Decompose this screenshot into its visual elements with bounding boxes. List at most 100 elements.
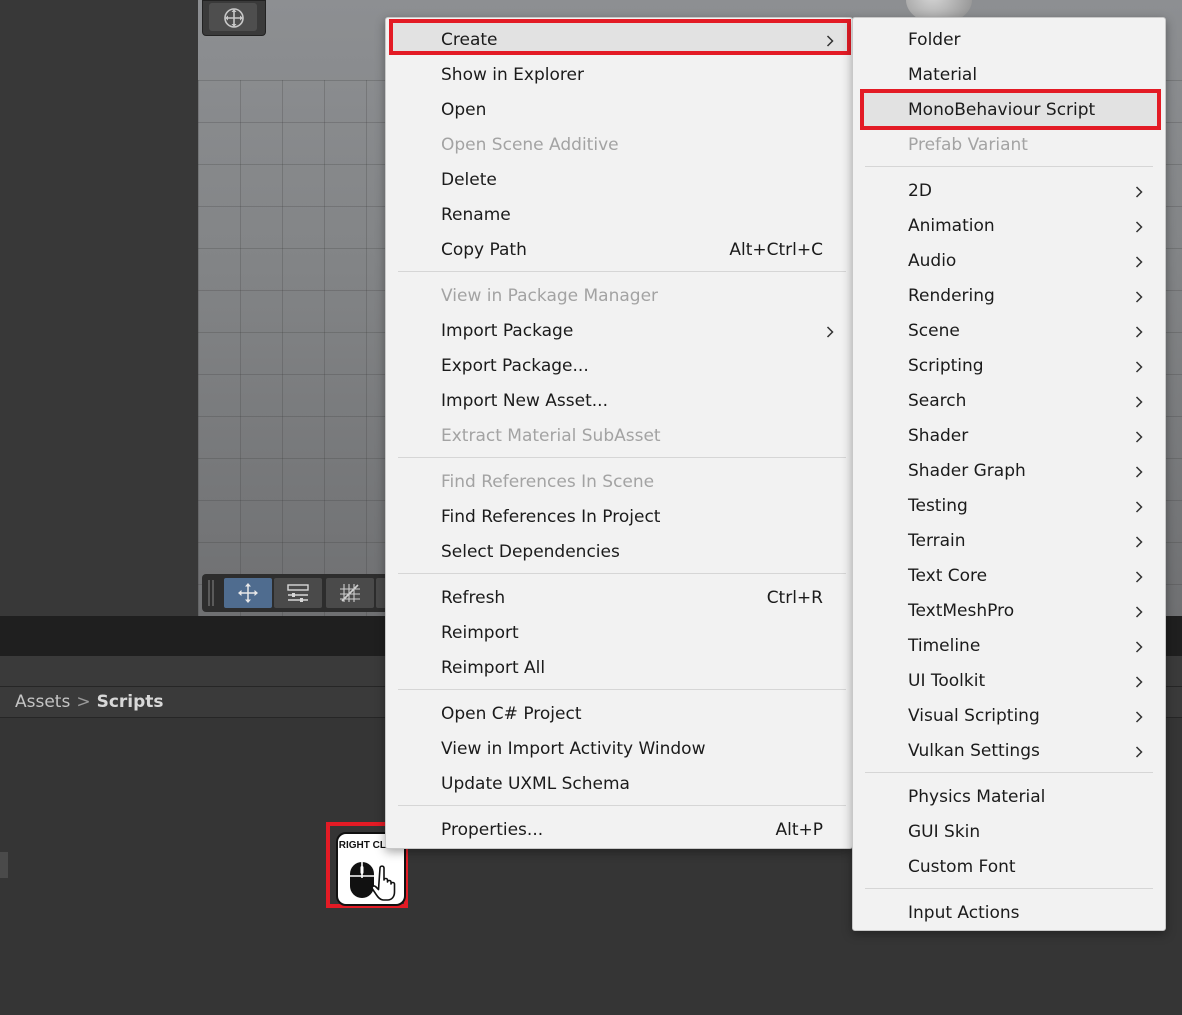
assets-context-menu: Create Show in Explorer Open Open Scene Add… [385,17,853,849]
create-item-prefab-variant: Prefab Variant [853,128,1165,163]
create-item-vulkan-settings[interactable]: Vulkan Settings [853,734,1165,769]
menu-item-label: TextMeshPro [908,601,1015,621]
menu-item-open[interactable]: Open [386,93,852,128]
menu-item-label: Terrain [908,531,966,551]
menu-item-view-in-import-activity-window[interactable]: View in Import Activity Window [386,732,852,767]
breadcrumb-scripts[interactable]: Scripts [97,692,164,712]
create-item-animation[interactable]: Animation [853,209,1165,244]
menu-item-open-c-project[interactable]: Open C# Project [386,697,852,732]
chevron-right-icon [1135,699,1143,723]
create-item-textmeshpro[interactable]: TextMeshPro [853,594,1165,629]
menu-item-label: Copy Path [441,240,527,260]
menu-separator [398,573,846,574]
chevron-right-icon [1135,734,1143,758]
menu-item-label: Vulkan Settings [908,741,1040,761]
menu-separator [398,457,846,458]
menu-item-label: Prefab Variant [908,135,1028,155]
chevron-right-icon [1135,174,1143,198]
menu-item-label: Physics Material [908,787,1046,807]
create-item-visual-scripting[interactable]: Visual Scripting [853,699,1165,734]
chevron-right-icon [1135,664,1143,688]
create-item-text-core[interactable]: Text Core [853,559,1165,594]
menu-item-label: Find References In Scene [441,472,655,492]
side-panel-tab[interactable] [0,852,8,878]
menu-item-create[interactable]: Create [386,23,852,58]
create-item-scene[interactable]: Scene [853,314,1165,349]
menu-item-label: Refresh [441,588,506,608]
menu-item-shortcut: Alt+Ctrl+C [729,240,823,260]
chevron-right-icon [1135,244,1143,268]
menu-item-label: Reimport [441,623,519,643]
menu-item-label: Find References In Project [441,507,661,527]
menu-item-label: Material [908,65,978,85]
create-item-shader-graph[interactable]: Shader Graph [853,454,1165,489]
create-item-material[interactable]: Material [853,58,1165,93]
menu-item-find-references-in-project[interactable]: Find References In Project [386,500,852,535]
menu-item-shortcut: Alt+P [775,820,823,840]
create-item-physics-material[interactable]: Physics Material [853,780,1165,815]
chevron-right-icon [1135,454,1143,478]
menu-item-label: Visual Scripting [908,706,1040,726]
create-item-2d[interactable]: 2D [853,174,1165,209]
menu-item-label: Text Core [908,566,988,586]
menu-item-show-in-explorer[interactable]: Show in Explorer [386,58,852,93]
create-item-monobehaviour-script[interactable]: MonoBehaviour Script [853,93,1165,128]
menu-item-label: Delete [441,170,497,190]
create-item-folder[interactable]: Folder [853,23,1165,58]
menu-item-label: Testing [908,496,968,516]
menu-item-delete[interactable]: Delete [386,163,852,198]
menu-item-refresh[interactable]: Refresh Ctrl+R [386,581,852,616]
create-item-shader[interactable]: Shader [853,419,1165,454]
create-item-testing[interactable]: Testing [853,489,1165,524]
create-item-input-actions[interactable]: Input Actions [853,896,1165,931]
menu-item-reimport[interactable]: Reimport [386,616,852,651]
menu-item-label: Open [441,100,487,120]
menu-item-label: Create [441,30,498,50]
chevron-right-icon [1135,384,1143,408]
chevron-right-icon [1135,349,1143,373]
menu-item-import-package[interactable]: Import Package [386,314,852,349]
menu-separator [398,805,846,806]
create-item-timeline[interactable]: Timeline [853,629,1165,664]
tool-settings-button[interactable] [274,578,322,608]
create-item-gui-skin[interactable]: GUI Skin [853,815,1165,850]
menu-item-label: Export Package... [441,356,589,376]
breadcrumb-assets[interactable]: Assets [15,692,70,712]
menu-item-label: Open Scene Additive [441,135,619,155]
chevron-right-icon [1135,524,1143,548]
menu-separator [865,888,1153,889]
menu-item-label: Update UXML Schema [441,774,630,794]
menu-item-select-dependencies[interactable]: Select Dependencies [386,535,852,570]
create-item-rendering[interactable]: Rendering [853,279,1165,314]
menu-item-label: Select Dependencies [441,542,620,562]
create-item-search[interactable]: Search [853,384,1165,419]
menu-item-export-package[interactable]: Export Package... [386,349,852,384]
create-item-ui-toolkit[interactable]: UI Toolkit [853,664,1165,699]
menu-item-import-new-asset[interactable]: Import New Asset... [386,384,852,419]
menu-item-label: Search [908,391,967,411]
menu-item-label: Timeline [908,636,981,656]
menu-item-rename[interactable]: Rename [386,198,852,233]
chevron-right-icon [1135,629,1143,653]
scene-gizmo-button[interactable] [202,0,266,36]
chevron-right-icon [1135,279,1143,303]
grid-snap-button[interactable] [326,578,374,608]
create-item-terrain[interactable]: Terrain [853,524,1165,559]
menu-item-shortcut: Ctrl+R [766,588,823,608]
menu-item-label: Animation [908,216,995,236]
menu-item-reimport-all[interactable]: Reimport All [386,651,852,686]
create-item-scripting[interactable]: Scripting [853,349,1165,384]
menu-item-properties[interactable]: Properties... Alt+P [386,813,852,848]
menu-item-label: Extract Material SubAsset [441,426,661,446]
move-tool-button[interactable] [224,578,272,608]
menu-item-label: Import Package [441,321,574,341]
menu-item-label: Input Actions [908,903,1020,923]
create-item-custom-font[interactable]: Custom Font [853,850,1165,885]
menu-item-copy-path[interactable]: Copy Path Alt+Ctrl+C [386,233,852,268]
menu-item-update-uxml-schema[interactable]: Update UXML Schema [386,767,852,802]
toolbar-drag-handle[interactable] [208,580,214,606]
create-item-audio[interactable]: Audio [853,244,1165,279]
menu-item-label: Properties... [441,820,544,840]
menu-item-label: Shader Graph [908,461,1026,481]
chevron-right-icon [1135,559,1143,583]
